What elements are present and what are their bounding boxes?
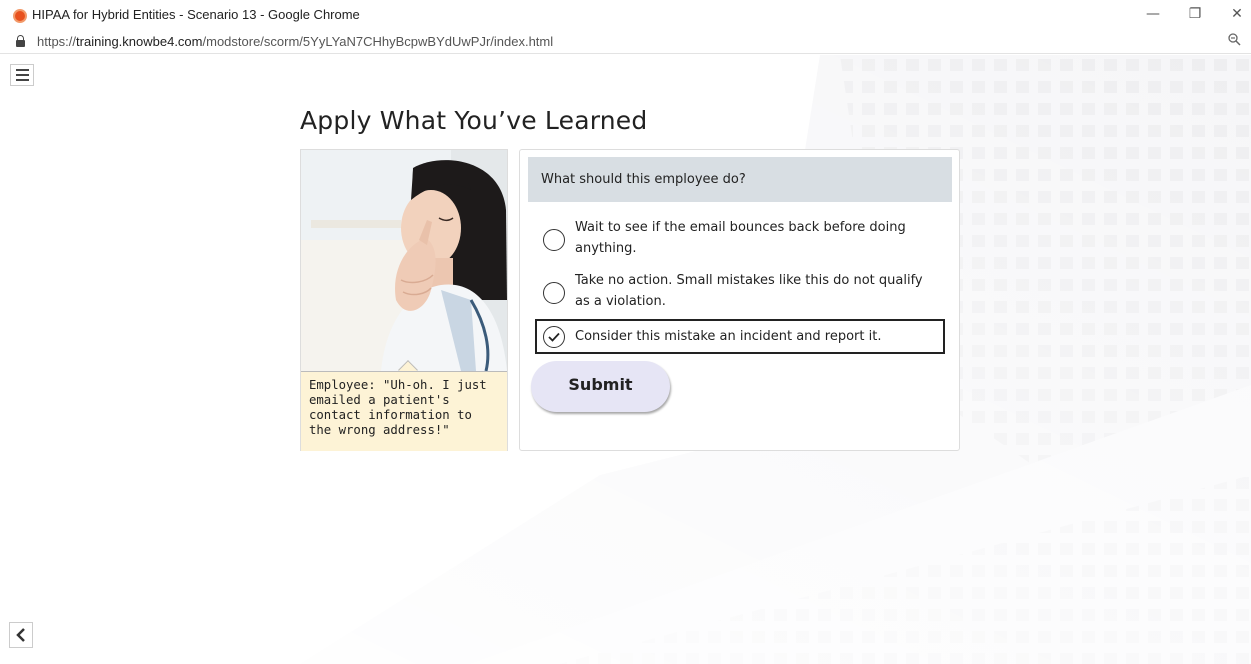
browser-titlebar: HIPAA for Hybrid Entities - Scenario 13 …	[0, 0, 1251, 30]
zoom-icon[interactable]	[1228, 33, 1241, 50]
answer-option-2[interactable]: Take no action. Small mistakes like this…	[535, 270, 945, 314]
url-path: /modstore/scorm/5YyLYaN7CHhyBcpwBYdUwPJr…	[202, 34, 554, 49]
menu-bar-icon	[15, 79, 29, 81]
minimize-button[interactable]: —	[1139, 3, 1167, 25]
employee-photo	[301, 150, 507, 371]
window-title: HIPAA for Hybrid Entities - Scenario 13 …	[32, 7, 360, 22]
question-card: What should this employee do? Wait to se…	[519, 149, 960, 451]
question-prompt: What should this employee do?	[528, 157, 952, 202]
radio-unselected-icon[interactable]	[543, 282, 565, 304]
chrome-app-icon	[13, 9, 27, 23]
restore-button[interactable]: ❐	[1181, 3, 1209, 25]
chevron-left-icon	[16, 628, 25, 642]
lock-icon	[16, 35, 25, 47]
radio-unselected-icon[interactable]	[543, 229, 565, 251]
back-button[interactable]	[9, 622, 33, 648]
url-domain: training.knowbe4.com	[76, 34, 203, 49]
url-prefix: https://	[37, 34, 77, 49]
answer-option-label: Take no action. Small mistakes like this…	[575, 273, 923, 309]
submit-button[interactable]: Submit	[531, 361, 670, 412]
course-page: Apply What You’ve Learned Employee: "Uh-…	[0, 55, 1251, 664]
answer-option-label: Consider this mistake an incident and re…	[575, 329, 882, 344]
hamburger-menu-button[interactable]	[10, 64, 34, 86]
scenario-card: Employee: "Uh-oh. I just emailed a patie…	[300, 149, 508, 451]
answer-option-3-selected[interactable]: Consider this mistake an incident and re…	[535, 319, 945, 354]
close-button[interactable]: ✕	[1223, 3, 1251, 25]
scenario-caption: Employee: "Uh-oh. I just emailed a patie…	[301, 371, 507, 451]
radio-checked-icon[interactable]	[543, 326, 565, 348]
menu-bar-icon	[15, 74, 29, 76]
address-bar[interactable]: https://training.knowbe4.com/modstore/sc…	[0, 30, 1251, 54]
page-title: Apply What You’ve Learned	[300, 106, 648, 135]
answer-option-label: Wait to see if the email bounces back be…	[575, 220, 906, 256]
answer-option-1[interactable]: Wait to see if the email bounces back be…	[535, 217, 945, 261]
url-text[interactable]: https://training.knowbe4.com/modstore/sc…	[37, 34, 553, 49]
checkmark-icon	[548, 332, 560, 342]
menu-bar-icon	[15, 69, 29, 71]
